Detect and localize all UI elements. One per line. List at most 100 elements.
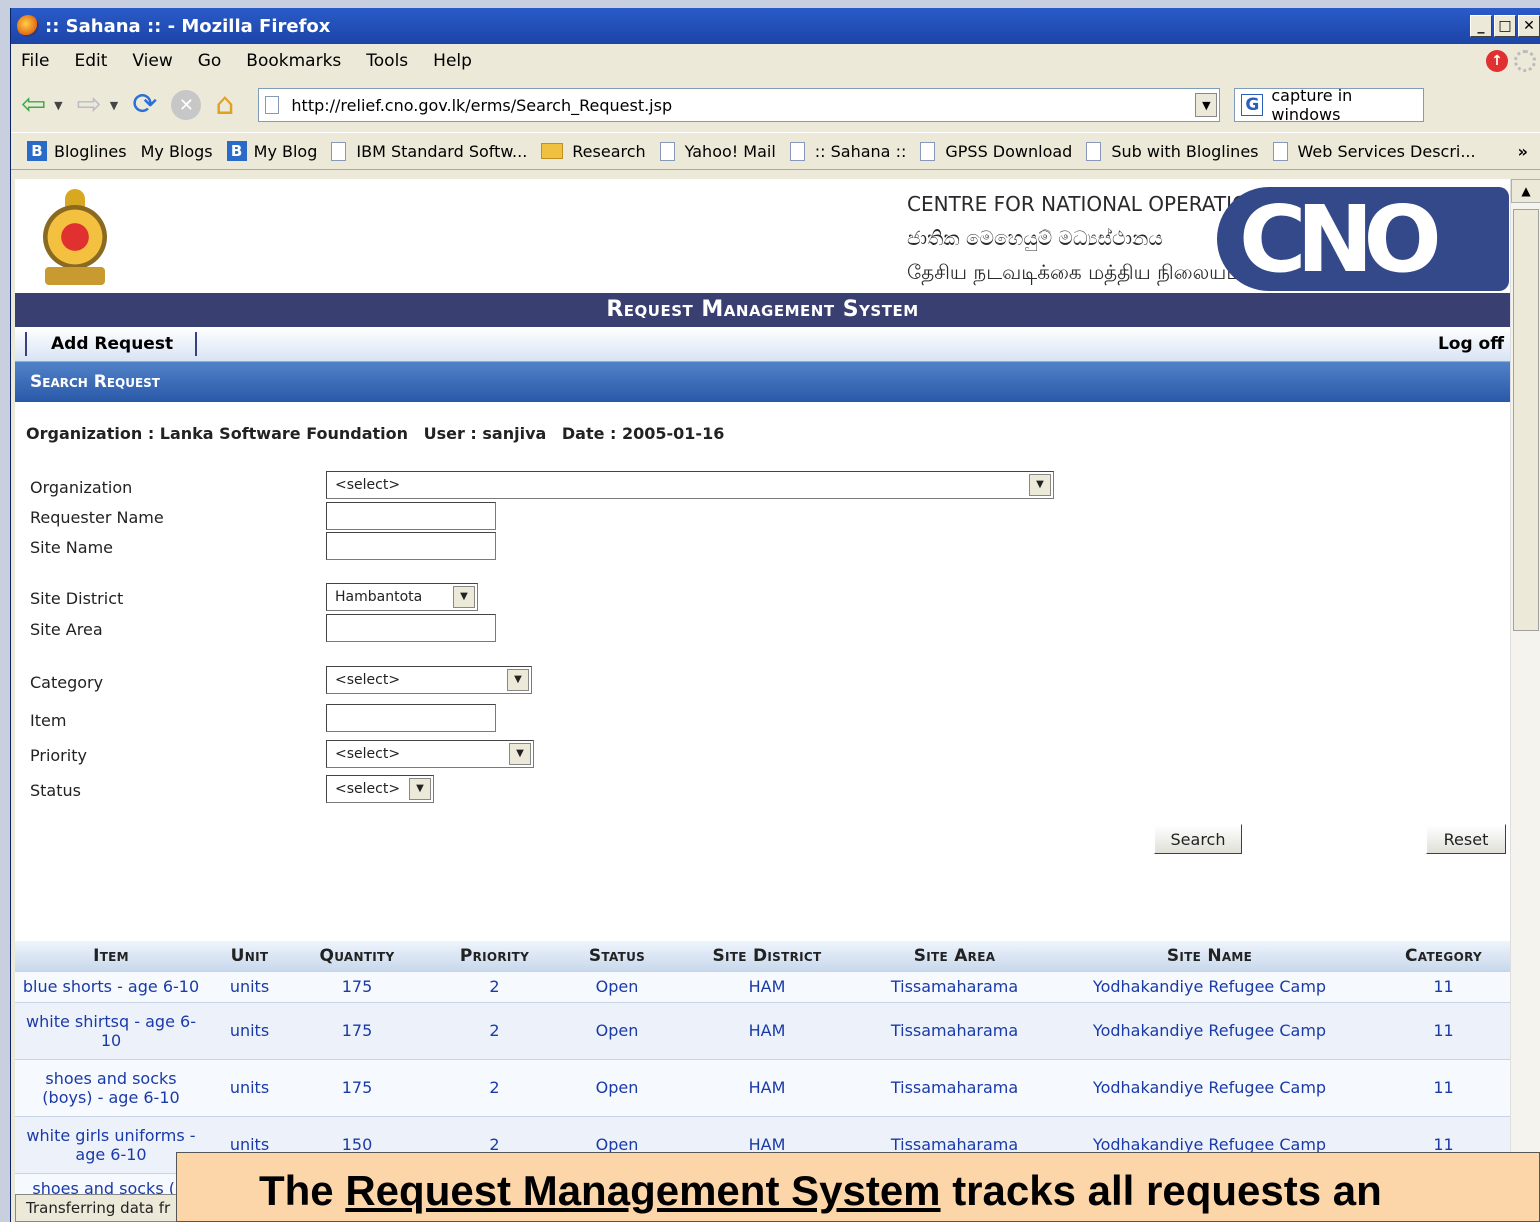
address-dropdown-icon[interactable]: ▼ xyxy=(1195,93,1218,117)
cell-item[interactable]: white shirtsq - age 6-10 xyxy=(15,1001,207,1059)
address-bar[interactable]: http://relief.cno.gov.lk/erms/Search_Req… xyxy=(258,88,1221,122)
item-input[interactable] xyxy=(326,704,496,732)
status-label: Status xyxy=(30,781,81,800)
category-label: Category xyxy=(30,673,104,692)
col-category[interactable]: Category xyxy=(1377,941,1510,971)
bookmark-yahoo-mail[interactable]: Yahoo! Mail xyxy=(659,141,776,161)
menu-edit[interactable]: Edit xyxy=(74,51,107,71)
bookmark-label: Bloglines xyxy=(54,141,127,161)
chevron-down-icon[interactable]: ▼ xyxy=(509,743,531,765)
info-organization: Organization : Lanka Software Foundation xyxy=(26,424,409,443)
col-priority[interactable]: Priority xyxy=(422,941,567,971)
priority-select[interactable]: <select> ▼ xyxy=(326,740,534,768)
maximize-button[interactable]: □ xyxy=(1494,15,1516,37)
url-text[interactable]: http://relief.cno.gov.lk/erms/Search_Req… xyxy=(291,96,672,115)
session-info: Organization : Lanka Software Foundation… xyxy=(15,402,1510,466)
info-user: User : sanjiva xyxy=(423,424,547,443)
site-name-input[interactable] xyxy=(326,532,496,560)
back-dropdown-icon[interactable]: ▼ xyxy=(54,99,62,112)
home-icon[interactable]: ⌂ xyxy=(215,90,234,120)
menu-help[interactable]: Help xyxy=(433,51,472,71)
menu-view[interactable]: View xyxy=(132,51,172,71)
table-row[interactable]: blue shorts - age 6-10 units 175 2 Open … xyxy=(15,970,1510,1002)
cno-name-tamil: தேசிய நடவடிக்கை மத்திய நிலையம் xyxy=(907,260,1243,284)
scroll-thumb[interactable] xyxy=(1513,209,1539,631)
menu-bookmarks[interactable]: Bookmarks xyxy=(246,51,341,71)
cell-site-district: HAM xyxy=(667,1001,867,1059)
firefox-icon xyxy=(17,15,39,37)
col-site-area[interactable]: Site Area xyxy=(867,941,1042,971)
bookmark-my-blog[interactable]: B My Blog xyxy=(226,141,317,161)
page-icon xyxy=(920,141,936,161)
forward-dropdown-icon[interactable]: ▼ xyxy=(110,99,118,112)
cell-priority: 2 xyxy=(422,1001,567,1059)
vertical-scrollbar[interactable]: ▲ xyxy=(1510,179,1540,1222)
stop-icon[interactable]: ✕ xyxy=(171,90,202,120)
browser-window: :: Sahana :: - Mozilla Firefox _ □ ✕ Fil… xyxy=(10,8,1540,1222)
cell-site-area: Tissamaharama xyxy=(867,1058,1042,1116)
log-off-link[interactable]: Log off xyxy=(1438,334,1504,354)
search-button[interactable]: Search xyxy=(1154,824,1242,854)
site-district-select[interactable]: Hambantota ▼ xyxy=(326,583,478,611)
forward-arrow-icon[interactable]: ⇨ xyxy=(77,90,102,120)
scroll-up-icon[interactable]: ▲ xyxy=(1511,179,1540,203)
bookmark-research[interactable]: Research xyxy=(541,142,646,161)
page-icon xyxy=(265,96,280,114)
google-icon[interactable]: G xyxy=(1241,94,1264,116)
bookmark-gpss[interactable]: GPSS Download xyxy=(920,141,1073,161)
bookmark-sahana[interactable]: :: Sahana :: xyxy=(789,141,906,161)
bookmark-label: IBM Standard Softw... xyxy=(356,141,528,161)
minimize-button[interactable]: _ xyxy=(1470,15,1492,37)
organization-select[interactable]: <select> ▼ xyxy=(326,471,1054,499)
cell-priority: 2 xyxy=(422,1058,567,1116)
cell-unit: units xyxy=(207,970,292,1002)
menu-tools[interactable]: Tools xyxy=(366,51,408,71)
caption-link[interactable]: Request Management System xyxy=(345,1167,940,1214)
chevron-down-icon[interactable]: ▼ xyxy=(453,586,475,608)
requester-name-input[interactable] xyxy=(326,502,496,530)
reset-button[interactable]: Reset xyxy=(1426,824,1506,854)
col-site-name[interactable]: Site Name xyxy=(1042,941,1377,971)
menu-go[interactable]: Go xyxy=(198,51,222,71)
chevron-down-icon[interactable]: ▼ xyxy=(409,778,431,800)
menu-bar: File Edit View Go Bookmarks Tools Help ↑ xyxy=(11,44,1540,78)
reload-icon[interactable]: ⟳ xyxy=(132,90,157,120)
site-area-input[interactable] xyxy=(326,614,496,642)
search-engine-text[interactable]: capture in windows xyxy=(1271,86,1423,124)
cell-item[interactable]: blue shorts - age 6-10 xyxy=(15,970,207,1002)
search-form: Organization <select> ▼ Requester Name S… xyxy=(15,466,1510,896)
cell-category: 11 xyxy=(1377,1001,1510,1059)
search-engine-box[interactable]: G capture in windows xyxy=(1234,86,1425,124)
col-unit[interactable]: Unit xyxy=(207,941,292,971)
bookmark-sub-bloglines[interactable]: Sub with Bloglines xyxy=(1086,141,1259,161)
close-button[interactable]: ✕ xyxy=(1518,15,1540,37)
table-row[interactable]: white shirtsq - age 6-10 units 175 2 Ope… xyxy=(15,1001,1510,1059)
col-quantity[interactable]: Quantity xyxy=(292,941,422,971)
chevron-down-icon[interactable]: ▼ xyxy=(507,669,529,691)
chevron-more-icon[interactable]: » xyxy=(1518,142,1528,161)
bookmark-my-blogs[interactable]: My Blogs xyxy=(141,142,213,161)
table-header-row: Item Unit Quantity Priority Status Site … xyxy=(15,941,1510,971)
bookmark-web-services[interactable]: Web Services Descri... xyxy=(1272,141,1476,161)
cell-item[interactable]: shoes and socks (boys) - age 6-10 xyxy=(15,1058,207,1116)
col-status[interactable]: Status xyxy=(567,941,667,971)
bookmark-label: GPSS Download xyxy=(945,141,1073,161)
category-select[interactable]: <select> ▼ xyxy=(326,666,532,694)
site-header: CENTRE FOR NATIONAL OPERATIONS ජාතික මෙහ… xyxy=(15,179,1510,293)
alert-icon[interactable]: ↑ xyxy=(1486,50,1508,72)
requester-name-label: Requester Name xyxy=(30,508,164,527)
add-request-link[interactable]: Add Request xyxy=(25,332,198,356)
bookmark-ibm[interactable]: IBM Standard Softw... xyxy=(331,141,528,161)
back-arrow-icon[interactable]: ⇦ xyxy=(21,90,46,120)
chevron-down-icon[interactable]: ▼ xyxy=(1029,474,1051,496)
info-date: Date : 2005-01-16 xyxy=(561,424,725,443)
col-site-district[interactable]: Site District xyxy=(667,941,867,971)
sri-lanka-emblem-icon xyxy=(37,189,113,287)
cell-site-area: Tissamaharama xyxy=(867,970,1042,1002)
col-item[interactable]: Item xyxy=(15,941,207,971)
menu-file[interactable]: File xyxy=(21,51,49,71)
bookmark-bloglines[interactable]: B Bloglines xyxy=(27,141,127,161)
status-select[interactable]: <select> ▼ xyxy=(326,775,434,803)
table-row[interactable]: shoes and socks (boys) - age 6-10 units … xyxy=(15,1058,1510,1116)
site-area-label: Site Area xyxy=(30,620,103,639)
